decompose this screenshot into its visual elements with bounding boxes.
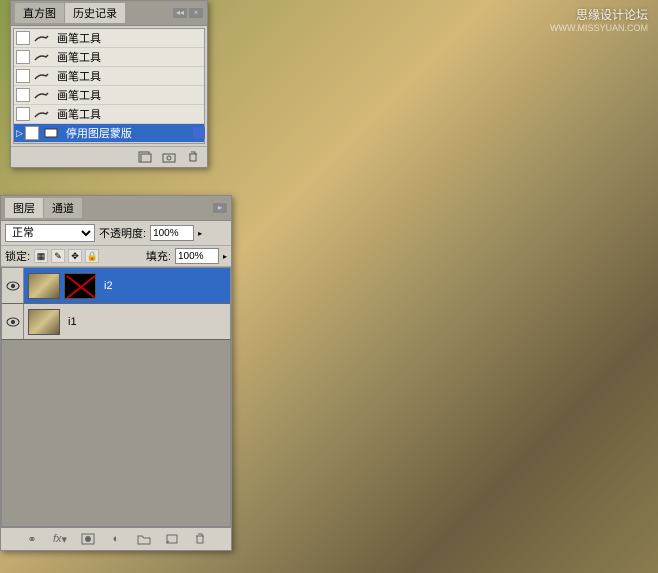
layer-name-label[interactable]: i2 — [104, 280, 113, 292]
opacity-input[interactable] — [150, 225, 194, 241]
dropdown-arrow-icon[interactable]: ▸ — [223, 252, 227, 261]
history-item[interactable]: 画笔工具 — [14, 29, 204, 48]
history-list: 画笔工具 画笔工具 画笔工具 画笔工具 画笔工具 — [13, 28, 205, 144]
history-panel-footer — [11, 146, 207, 167]
brush-icon — [33, 108, 51, 120]
history-item-label: 画笔工具 — [57, 49, 101, 65]
new-snapshot-icon[interactable] — [161, 150, 177, 164]
layer-thumbnail[interactable] — [28, 309, 60, 335]
lock-transparency-icon[interactable]: ▦ — [34, 249, 48, 263]
tab-histogram[interactable]: 直方图 — [15, 3, 64, 23]
layer-fx-icon[interactable]: fx▾ — [51, 532, 69, 546]
panel-collapse-left-icon[interactable]: ◂◂ — [173, 8, 187, 18]
layer-mask-thumbnail[interactable] — [64, 273, 96, 299]
visibility-toggle[interactable] — [2, 304, 24, 339]
history-item[interactable]: ▷ 停用图层蒙版 — [14, 124, 204, 143]
new-layer-icon[interactable] — [163, 532, 181, 546]
history-item-label: 画笔工具 — [57, 68, 101, 84]
history-panel: 直方图 历史记录 ◂◂ × 画笔工具 画笔工具 画笔工具 — [10, 0, 208, 168]
layers-panel-footer: ⚭ fx▾ ◐ — [1, 527, 231, 550]
layers-panel: 图层 通道 ▸ 正常 不透明度: ▸ 锁定: ▦ ✎ ✥ 🔒 填充: ▸ — [0, 195, 232, 551]
lock-pixels-icon[interactable]: ✎ — [51, 249, 65, 263]
brush-icon — [33, 89, 51, 101]
history-item[interactable]: 画笔工具 — [14, 48, 204, 67]
fill-label: 填充: — [146, 248, 171, 264]
add-mask-icon[interactable] — [79, 532, 97, 546]
history-item-label: 画笔工具 — [57, 30, 101, 46]
history-checkbox[interactable] — [16, 31, 30, 45]
panel-close-icon[interactable]: × — [189, 8, 203, 18]
eye-icon — [6, 281, 20, 291]
lock-label: 锁定: — [5, 248, 30, 264]
mask-disabled-x-icon — [65, 274, 95, 298]
visibility-toggle[interactable] — [2, 268, 24, 303]
brush-icon — [33, 32, 51, 44]
panel-menu-icon[interactable]: ▸ — [213, 203, 227, 213]
history-pointer-icon: ▷ — [16, 128, 23, 139]
new-group-icon[interactable] — [135, 532, 153, 546]
history-item[interactable]: 画笔工具 — [14, 67, 204, 86]
mask-disable-icon — [42, 127, 60, 139]
adjustment-layer-icon[interactable]: ◐ — [107, 532, 125, 546]
dropdown-arrow-icon[interactable]: ▸ — [198, 229, 202, 238]
history-item-label: 停用图层蒙版 — [66, 125, 132, 141]
trash-icon[interactable] — [191, 532, 209, 546]
watermark-main: 思缘设计论坛 — [576, 6, 648, 23]
new-document-icon[interactable] — [137, 150, 153, 164]
blend-mode-select[interactable]: 正常 — [5, 224, 95, 242]
layer-thumbnail[interactable] — [28, 273, 60, 299]
history-panel-header: 直方图 历史记录 ◂◂ × — [11, 1, 207, 26]
layers-list: i2 i1 — [1, 267, 231, 527]
history-checkbox[interactable] — [16, 107, 30, 121]
tab-channels[interactable]: 通道 — [44, 198, 82, 218]
history-checkbox[interactable] — [16, 69, 30, 83]
lock-fill-row: 锁定: ▦ ✎ ✥ 🔒 填充: ▸ — [1, 245, 231, 267]
history-item-label: 画笔工具 — [57, 106, 101, 122]
fill-input[interactable] — [175, 248, 219, 264]
layer-name-label[interactable]: i1 — [68, 316, 77, 328]
watermark-sub: WWW.MISSYUAN.COM — [550, 23, 648, 33]
history-checkbox[interactable] — [25, 126, 39, 140]
trash-icon[interactable] — [185, 150, 201, 164]
layer-row[interactable]: i1 — [2, 304, 230, 340]
eye-icon — [6, 317, 20, 327]
layers-panel-header: 图层 通道 ▸ — [1, 196, 231, 221]
history-item[interactable]: 画笔工具 — [14, 105, 204, 124]
history-item-label: 画笔工具 — [57, 87, 101, 103]
blend-opacity-row: 正常 不透明度: ▸ — [1, 221, 231, 245]
brush-icon — [33, 51, 51, 63]
history-item[interactable]: 画笔工具 — [14, 86, 204, 105]
tab-layers[interactable]: 图层 — [5, 198, 43, 218]
link-layers-icon[interactable]: ⚭ — [23, 532, 41, 546]
history-checkbox[interactable] — [16, 88, 30, 102]
lock-position-icon[interactable]: ✥ — [68, 249, 82, 263]
tab-history[interactable]: 历史记录 — [65, 3, 125, 23]
scroll-down-icon[interactable] — [193, 127, 205, 139]
brush-icon — [33, 70, 51, 82]
history-checkbox[interactable] — [16, 50, 30, 64]
lock-all-icon[interactable]: 🔒 — [85, 249, 99, 263]
layer-row[interactable]: i2 — [2, 268, 230, 304]
opacity-label: 不透明度: — [99, 225, 146, 241]
